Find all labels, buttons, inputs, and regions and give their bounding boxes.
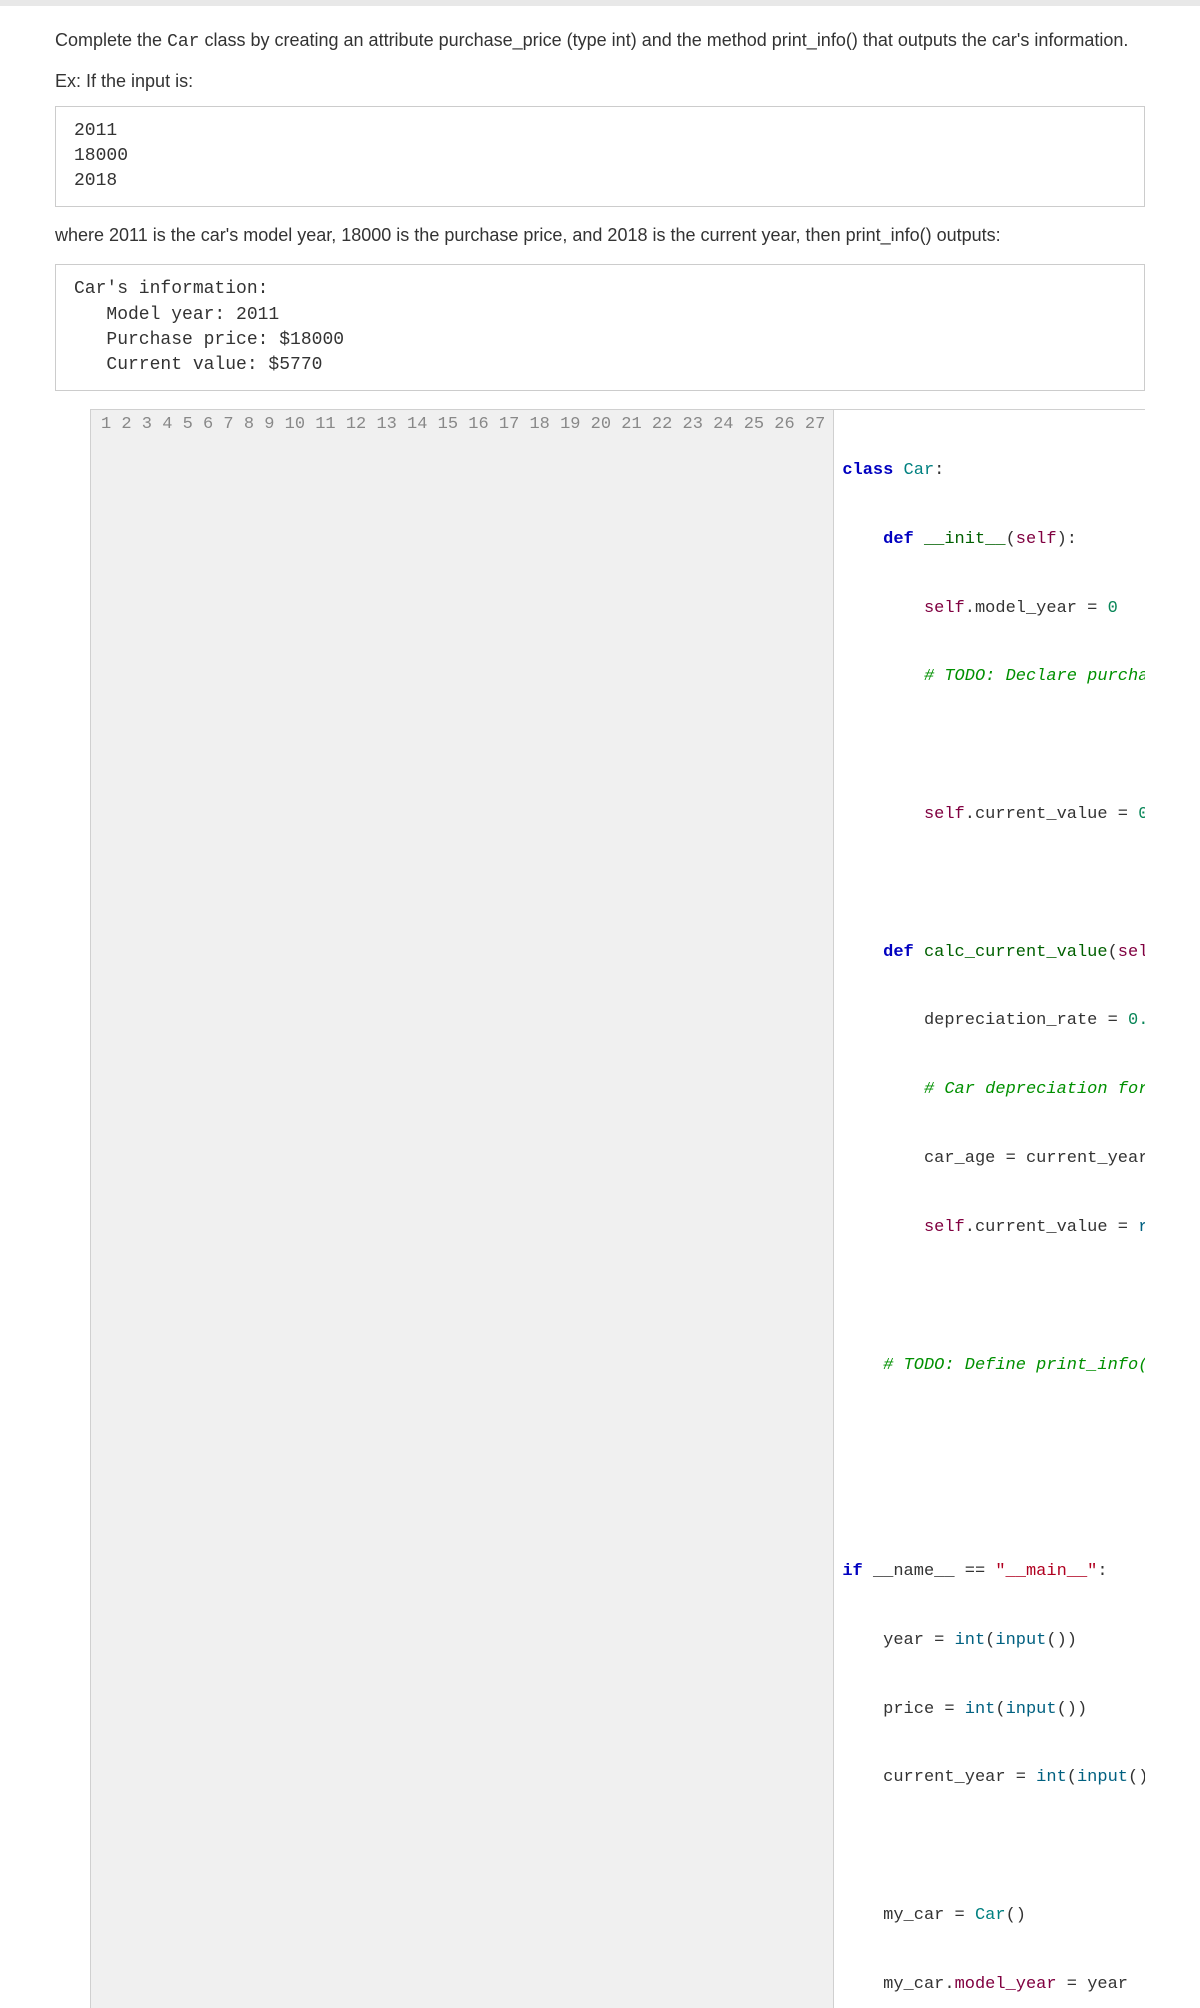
top-bar [0,0,1200,6]
code-line: current_year = int(input()) [842,1767,1135,1790]
code-line: depreciation_rate = 0.15 [842,1010,1135,1033]
output-sample-box: Car's information: Model year: 2011 Purc… [55,264,1145,391]
code-line: # Car depreciation formula [842,1079,1135,1102]
line-gutter: 1 2 3 4 5 6 7 8 9 10 11 12 13 14 15 16 1… [91,410,834,2008]
code-line: car_age = current_year - self.model_year [842,1148,1135,1171]
code-line: self.current_value = 0 [842,804,1135,827]
code-line [842,1286,1135,1309]
example-label: Ex: If the input is: [55,71,1145,92]
code-editor[interactable]: 1 2 3 4 5 6 7 8 9 10 11 12 13 14 15 16 1… [90,409,1145,2008]
content-area: Complete the Car class by creating an at… [0,6,1200,2008]
prompt-code: Car [167,32,199,52]
code-line: my_car.model_year = year [842,1974,1135,1997]
where-text: where 2011 is the car's model year, 1800… [55,225,1145,246]
code-line: self.current_value = round(self.purchase… [842,1217,1135,1240]
code-line: def calc_current_value(self, current_yea… [842,942,1135,965]
prompt-text: Complete the Car class by creating an at… [55,26,1145,57]
code-line: class Car: [842,460,1135,483]
code-line: # TODO: Define print_info() method to ou… [842,1355,1135,1378]
code-line: def __init__(self): [842,529,1135,552]
code-line: my_car = Car() [842,1905,1135,1928]
code-line [842,1423,1135,1446]
code-area[interactable]: class Car: def __init__(self): self.mode… [834,410,1145,2008]
code-line [842,1492,1135,1515]
code-line [842,1836,1135,1859]
code-line: price = int(input()) [842,1699,1135,1722]
code-line [842,735,1135,758]
input-sample-box: 2011 18000 2018 [55,106,1145,208]
code-line: self.model_year = 0 [842,598,1135,621]
prompt-pre: Complete the [55,30,167,50]
code-line [842,873,1135,896]
code-line: if __name__ == "__main__": [842,1561,1135,1584]
prompt-post: class by creating an attribute purchase_… [199,30,1128,50]
code-line: # TODO: Declare purchase_price attribute [842,666,1135,689]
code-line: year = int(input()) [842,1630,1135,1653]
